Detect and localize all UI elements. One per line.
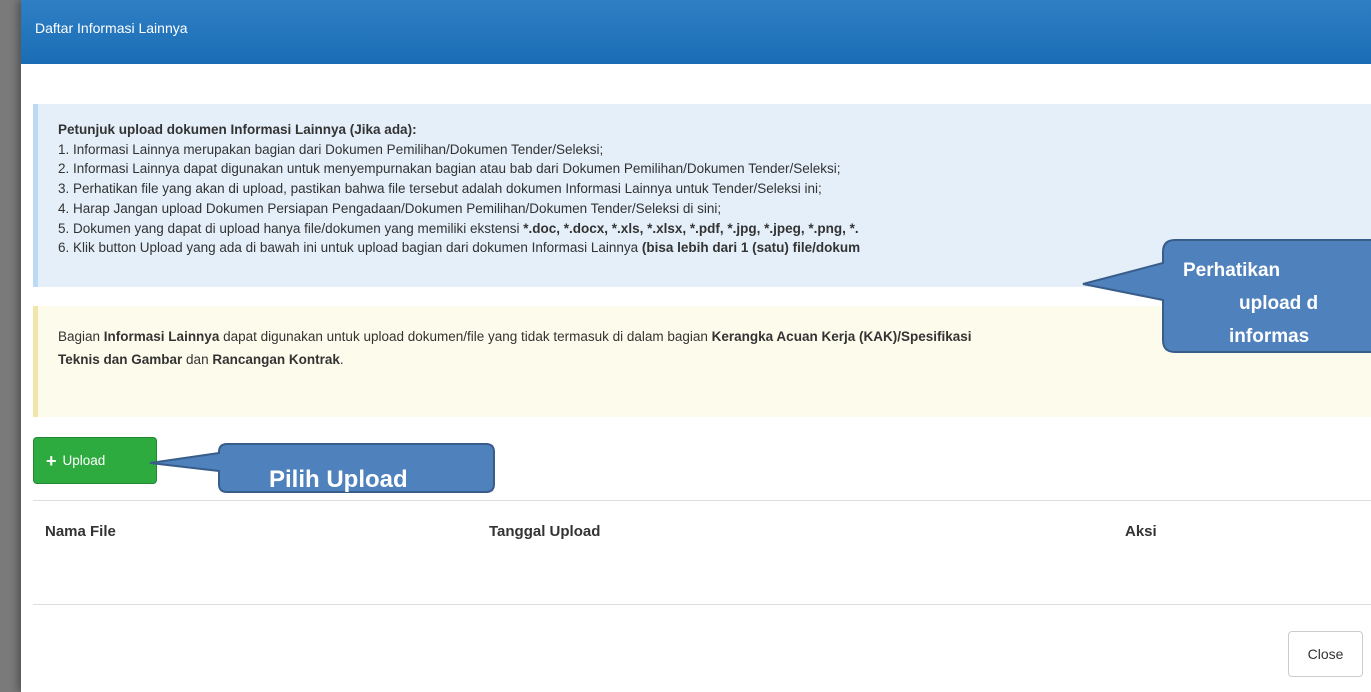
notice-callout-line: informas: [1229, 326, 1310, 347]
upload-callout-label: Pilih Upload: [269, 466, 408, 493]
notice-callout-shape: [1082, 239, 1371, 353]
notice-callout-line: Perhatikan: [1183, 260, 1281, 281]
notice-callout-line: upload d: [1239, 293, 1319, 314]
callout-shapes: [149, 239, 1371, 493]
